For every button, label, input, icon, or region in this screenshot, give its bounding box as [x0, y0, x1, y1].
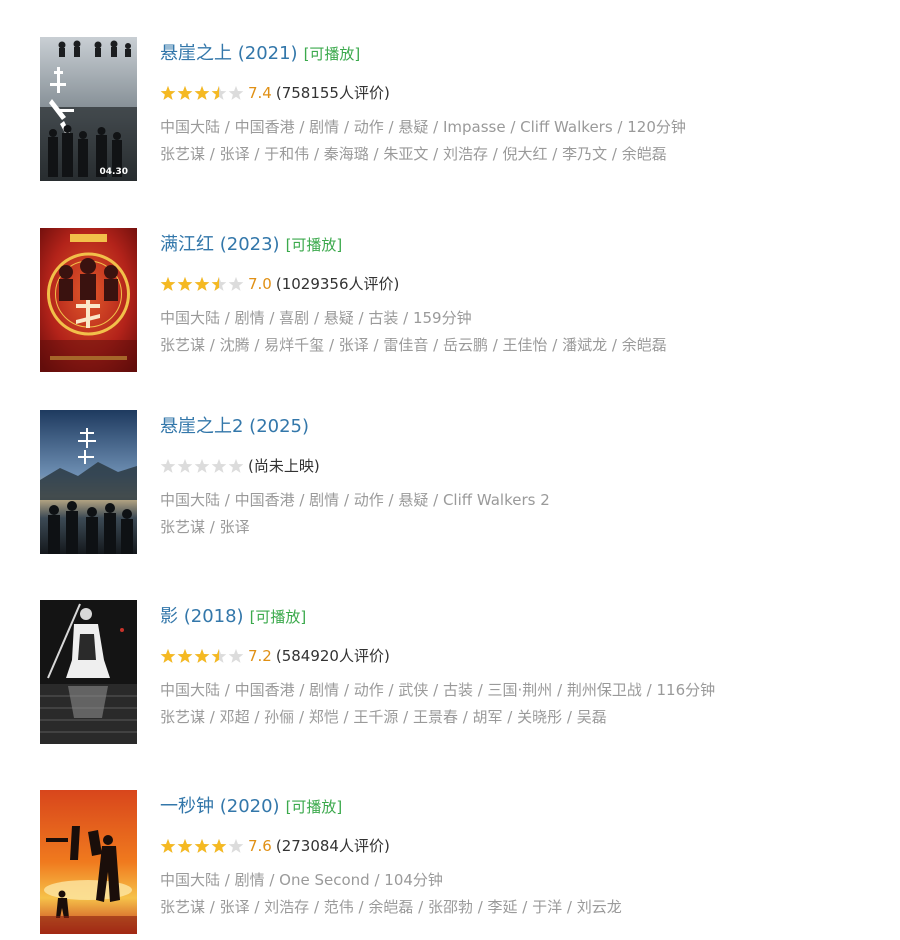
movie-cast-line: 张艺谋 / 张译 / 刘浩存 / 范伟 / 余皑磊 / 张邵勃 / 李延 / 于…	[160, 898, 622, 916]
stars-svg	[160, 648, 244, 663]
star-empty-icon	[228, 85, 244, 100]
poster-image	[40, 228, 137, 372]
star-filled-icon	[160, 276, 176, 291]
rating-score: 7.6	[248, 837, 272, 855]
title-row: 满江红 (2023) [可播放]	[160, 231, 342, 259]
movie-info-line: 中国大陆 / 剧情 / One Second / 104分钟	[160, 871, 443, 889]
poster-image: 04.30	[40, 37, 137, 181]
stars-svg	[160, 838, 244, 853]
rating-row: 7.0 (1029356人评价)	[160, 273, 399, 295]
star-filled-icon	[194, 276, 210, 291]
star-empty-icon	[177, 458, 193, 473]
movie-cast-line: 张艺谋 / 张译 / 于和伟 / 秦海璐 / 朱亚文 / 刘浩存 / 倪大红 /…	[160, 145, 667, 163]
poster-cliff-walkers-2[interactable]	[40, 410, 137, 554]
star-rating	[160, 85, 244, 101]
movie-item: 04.30 悬崖之上 (2021) [可播放] 7.4 (758155人评价) 中国…	[0, 37, 900, 187]
poster-image	[40, 410, 137, 554]
movie-info-line: 中国大陆 / 中国香港 / 剧情 / 动作 / 悬疑 / Impasse / C…	[160, 118, 686, 136]
title-row: 影 (2018) [可播放]	[160, 603, 306, 631]
poster-image	[40, 790, 137, 934]
movie-title-link[interactable]: 满江红 (2023)	[160, 234, 280, 255]
rating-row: 7.6 (273084人评价)	[160, 835, 390, 857]
star-filled-icon	[177, 85, 193, 100]
rating-score: 7.0	[248, 275, 272, 293]
star-rating	[160, 648, 244, 664]
rating-row: 7.4 (758155人评价)	[160, 82, 390, 104]
playable-link[interactable]: [可播放]	[286, 236, 343, 254]
title-row: 悬崖之上2 (2025)	[160, 413, 309, 441]
movie-info-line: 中国大陆 / 剧情 / 喜剧 / 悬疑 / 古装 / 159分钟	[160, 309, 472, 327]
movie-item: 悬崖之上2 (2025) (尚未上映) 中国大陆 / 中国香港 / 剧情 / 动…	[0, 410, 900, 560]
star-rating	[160, 276, 244, 292]
playable-link[interactable]: [可播放]	[250, 608, 307, 626]
stars-svg	[160, 85, 244, 100]
star-filled-icon	[211, 838, 227, 853]
movie-title-link[interactable]: 影 (2018)	[160, 606, 244, 627]
stars-svg	[160, 458, 244, 473]
rating-score: 7.2	[248, 647, 272, 665]
poster-shadow[interactable]	[40, 600, 137, 744]
star-filled-icon	[194, 85, 210, 100]
movie-info-line: 中国大陆 / 中国香港 / 剧情 / 动作 / 悬疑 / Cliff Walke…	[160, 491, 550, 509]
movie-item: 满江红 (2023) [可播放] 7.0 (1029356人评价) 中国大陆 / 剧…	[0, 228, 900, 378]
rating-count: (1029356人评价)	[275, 275, 400, 293]
star-empty-icon	[228, 648, 244, 663]
poster-date: 04.30	[100, 167, 128, 177]
movie-title-link[interactable]: 悬崖之上 (2021)	[160, 43, 298, 64]
movie-title-link[interactable]: 悬崖之上2 (2025)	[160, 416, 309, 437]
star-empty-icon	[228, 458, 244, 473]
star-filled-icon	[177, 838, 193, 853]
star-filled-icon	[194, 838, 210, 853]
star-filled-icon	[194, 648, 210, 663]
title-row: 一秒钟 (2020) [可播放]	[160, 793, 342, 821]
stars-svg	[160, 276, 244, 291]
rating-count: (273084人评价)	[275, 837, 390, 855]
movie-info-line: 中国大陆 / 中国香港 / 剧情 / 动作 / 武侠 / 古装 / 三国·荆州 …	[160, 681, 716, 699]
star-empty-icon	[228, 276, 244, 291]
star-empty-icon	[211, 458, 227, 473]
title-row: 悬崖之上 (2021) [可播放]	[160, 40, 360, 68]
poster-cliff-walkers[interactable]: 04.30	[40, 37, 137, 181]
movie-item: 影 (2018) [可播放] 7.2 (584920人评价) 中国大陆 / 中国香港…	[0, 600, 900, 750]
poster-image	[40, 600, 137, 744]
star-rating	[160, 458, 244, 474]
star-rating	[160, 838, 244, 854]
star-empty-icon	[194, 458, 210, 473]
rating-count: (尚未上映)	[248, 457, 320, 475]
poster-one-second[interactable]	[40, 790, 137, 934]
star-filled-icon	[160, 85, 176, 100]
star-empty-icon	[160, 458, 176, 473]
movie-cast-line: 张艺谋 / 邓超 / 孙俪 / 郑恺 / 王千源 / 王景春 / 胡军 / 关晓…	[160, 708, 607, 726]
movie-cast-line: 张艺谋 / 沈腾 / 易烊千玺 / 张译 / 雷佳音 / 岳云鹏 / 王佳怡 /…	[160, 336, 667, 354]
rating-row: (尚未上映)	[160, 455, 320, 477]
movie-item: 一秒钟 (2020) [可播放] 7.6 (273084人评价) 中国大陆 / 剧情…	[0, 790, 900, 940]
star-empty-icon	[228, 838, 244, 853]
star-filled-icon	[160, 838, 176, 853]
rating-row: 7.2 (584920人评价)	[160, 645, 390, 667]
star-filled-icon	[160, 648, 176, 663]
movie-title-link[interactable]: 一秒钟 (2020)	[160, 796, 280, 817]
rating-score: 7.4	[248, 84, 272, 102]
movie-cast-line: 张艺谋 / 张译	[160, 518, 250, 536]
playable-link[interactable]: [可播放]	[304, 45, 361, 63]
star-filled-icon	[177, 276, 193, 291]
playable-link[interactable]: [可播放]	[286, 798, 343, 816]
rating-count: (584920人评价)	[275, 647, 390, 665]
star-filled-icon	[177, 648, 193, 663]
poster-full-river-red[interactable]	[40, 228, 137, 372]
rating-count: (758155人评价)	[275, 84, 390, 102]
